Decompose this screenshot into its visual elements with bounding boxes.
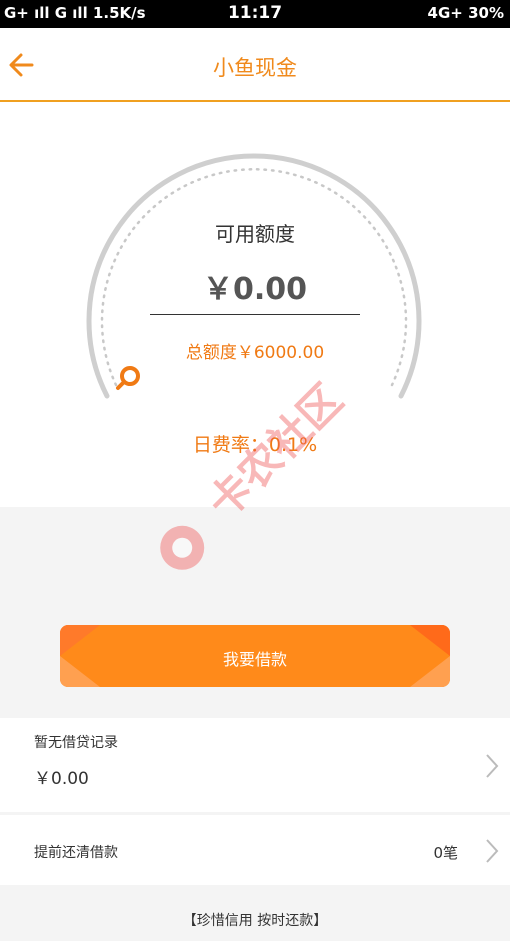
- early-repay-label: 提前还清借款: [34, 845, 118, 861]
- chevron-right-icon: [486, 754, 499, 778]
- early-repay-row[interactable]: 提前还清借款 0笔: [0, 815, 510, 885]
- loan-record-title: 暂无借贷记录: [34, 735, 118, 751]
- loan-record-row[interactable]: 暂无借贷记录 ￥0.00: [0, 718, 510, 812]
- watermark-logo: 卡农社区: [160, 375, 352, 570]
- page-title: 小鱼现金: [213, 56, 297, 80]
- footer-slogan: 【珍惜信用 按时还款】: [182, 913, 328, 929]
- early-repay-count: 0笔: [433, 844, 458, 862]
- borrow-button-label: 我要借款: [222, 650, 287, 669]
- status-bar: G+ ıll G ıll 1.5K/s 11:17 4G+ 30%: [0, 0, 510, 28]
- svg-text:卡农社区: 卡农社区: [198, 375, 351, 528]
- loan-record-amount: ￥0.00: [34, 769, 89, 789]
- available-credit-label: 可用额度: [215, 222, 295, 246]
- divider: [150, 314, 360, 315]
- chevron-right-icon: [486, 839, 499, 863]
- battery-status: 4G+ 30%: [427, 4, 504, 22]
- available-credit-amount: ￥0.00: [202, 272, 308, 307]
- borrow-button[interactable]: 我要借款: [60, 625, 450, 687]
- header-bar: 小鱼现金: [0, 28, 510, 102]
- gauge-pointer-icon: [116, 366, 140, 390]
